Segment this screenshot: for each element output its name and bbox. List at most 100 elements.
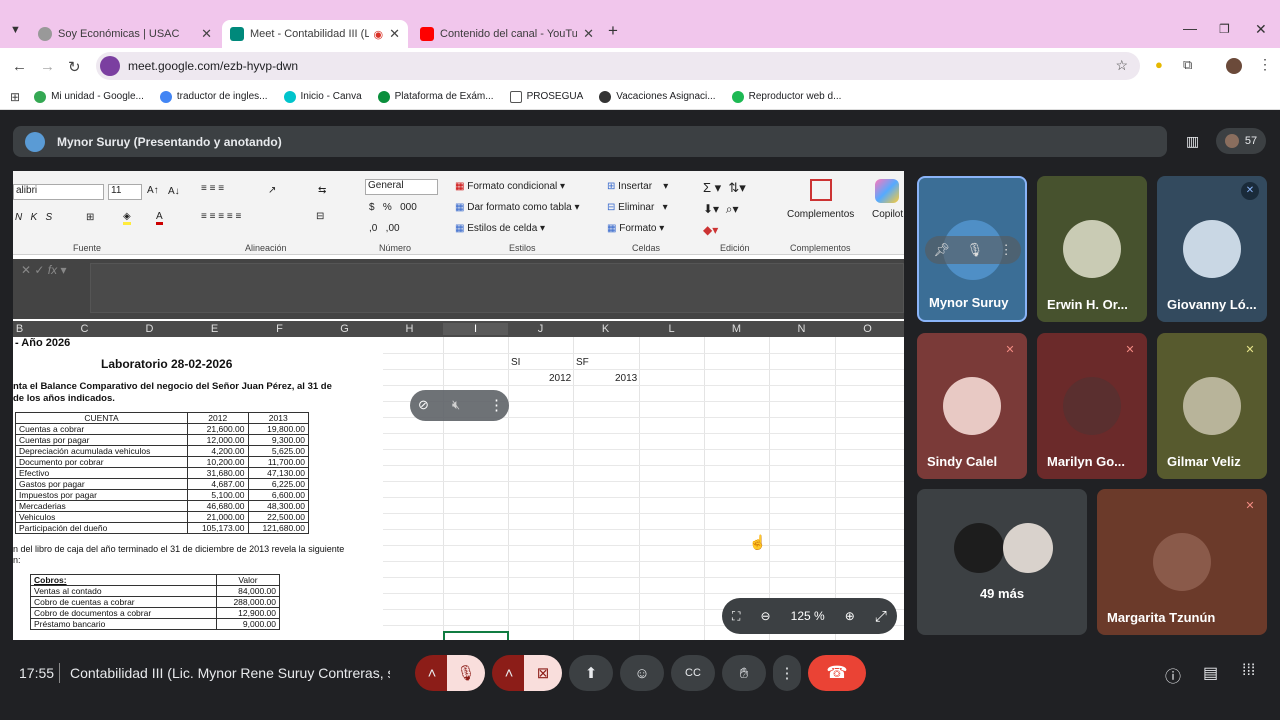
table-format-button[interactable]: ▦ Dar formato como tabla ▾ [455, 202, 580, 213]
bookmark-canva[interactable]: Inicio - Canva [283, 90, 362, 103]
mic-permission-icon[interactable] [100, 56, 120, 76]
wrap-text-icon[interactable]: ⇆ [318, 185, 326, 196]
apps-grid-icon[interactable]: ⊞ [10, 90, 20, 104]
participant-tile-erwin[interactable]: Erwin H. Or... [1037, 176, 1147, 322]
cell-sf[interactable]: SF [576, 357, 589, 368]
audio-options-button[interactable]: ˄ [415, 655, 449, 691]
forward-icon[interactable]: → [40, 58, 55, 75]
close-tab-icon[interactable]: ✕ [583, 26, 594, 42]
col-j[interactable]: J [508, 323, 573, 335]
col-i[interactable]: I [443, 323, 508, 335]
col-e[interactable]: E [182, 323, 247, 335]
mic-toggle-button[interactable]: 🎙︎ [447, 655, 485, 691]
selected-cell[interactable] [443, 631, 509, 640]
font-size-select[interactable]: 11 [108, 184, 142, 200]
shrink-font-icon[interactable]: A↓ [168, 186, 180, 197]
align-left-icon[interactable]: ≡ ≡ ≡ ≡ ≡ [201, 211, 241, 222]
muted-audio-icon[interactable]: 🔇︎ [452, 397, 460, 413]
col-l[interactable]: L [639, 323, 704, 335]
close-window-icon[interactable]: ✕ [1255, 21, 1267, 38]
tab-meet[interactable]: Meet - Contabilidad III (Lic. ◉ ✕ [222, 20, 408, 48]
col-m[interactable]: M [704, 323, 769, 335]
participant-tile-gilmar[interactable]: ✕ Gilmar Veliz [1157, 333, 1267, 479]
chat-icon[interactable]: ▤ [1203, 663, 1218, 683]
captions-button[interactable]: CC [671, 655, 715, 691]
cell-2013[interactable]: 2013 [615, 373, 637, 384]
delete-button[interactable]: ⊟ Eliminar ▾ [607, 202, 668, 213]
extension-bulb-icon[interactable]: ● [1155, 57, 1163, 72]
copilot-button[interactable]: Copilot [872, 209, 903, 220]
insert-button[interactable]: ⊞ Insertar ▾ [607, 181, 668, 192]
clear-icon[interactable]: ◆▾ [703, 223, 718, 237]
new-tab-icon[interactable]: + [608, 21, 618, 41]
bookmark-prosegua[interactable]: PROSEGUA [509, 90, 583, 103]
align-top-icon[interactable]: ≡ ≡ ≡ [201, 183, 224, 194]
bold-italic-icons[interactable]: N K S [15, 212, 52, 223]
borders-icon[interactable]: ⊞ [86, 212, 94, 223]
cell-si[interactable]: SI [511, 357, 520, 368]
col-c[interactable]: C [52, 323, 117, 335]
info-icon[interactable]: ⓘ [1165, 663, 1181, 687]
video-options-button[interactable]: ˄ [492, 655, 526, 691]
tab-search-chevron-icon[interactable]: ▼ [10, 24, 21, 36]
participant-tile-giovanny[interactable]: ✕ Giovanny Ló... [1157, 176, 1267, 322]
addins-icon[interactable] [810, 179, 832, 201]
worksheet-grid[interactable]: SI SF 2012 2013 - Año 2026 Laboratorio 2… [13, 337, 904, 640]
zoom-out-icon[interactable]: ⊖ [761, 609, 771, 623]
participant-tile-sindy[interactable]: ✕ Sindy Calel [917, 333, 1027, 479]
zoom-in-icon[interactable]: ⊕ [845, 609, 855, 623]
bookmark-translate[interactable]: traductor de ingles... [159, 90, 268, 103]
col-n[interactable]: N [769, 323, 834, 335]
bookmark-exams[interactable]: Plataforma de Exám... [377, 90, 494, 103]
profile-avatar[interactable] [1226, 58, 1242, 74]
unpin-icon[interactable]: ⊘ [418, 397, 429, 413]
font-name-select[interactable]: alibri [13, 184, 104, 200]
participants-pill[interactable]: 57 [1216, 128, 1266, 154]
hide-tiles-icon[interactable]: ▥ [1186, 133, 1199, 150]
more-options-icon[interactable]: ⋮ [1000, 242, 1013, 258]
close-tab-icon[interactable]: ✕ [201, 26, 212, 42]
more-options-icon[interactable]: ⋮ [489, 396, 504, 414]
reload-icon[interactable]: ↻ [68, 58, 81, 76]
leave-call-button[interactable]: ☎︎ [808, 655, 866, 691]
col-b[interactable]: B [13, 323, 52, 335]
cond-format-button[interactable]: ▦ Formato condicional ▾ [455, 181, 565, 192]
col-h[interactable]: H [377, 323, 442, 335]
participant-tile-marilyn[interactable]: ✕ Marilyn Go... [1037, 333, 1147, 479]
reactions-button[interactable]: ☺ [620, 655, 664, 691]
col-d[interactable]: D [117, 323, 182, 335]
bookmark-drive[interactable]: Mi unidad - Google... [34, 90, 144, 103]
orientation-icon[interactable]: ↗ [268, 185, 276, 196]
bookmark-player[interactable]: Reproductor web d... [731, 90, 841, 103]
pin-icon[interactable]: 📌︎ [933, 242, 950, 258]
tab-soy-economicas[interactable]: Soy Económicas | USAC ✕ [30, 20, 220, 48]
autosum-icon[interactable]: Σ ▾ ⇅▾ [703, 180, 746, 196]
fill-icon[interactable]: ⬇▾ ⌕▾ [703, 202, 739, 217]
cell-2012[interactable]: 2012 [549, 373, 571, 384]
col-k[interactable]: K [573, 323, 638, 335]
present-button[interactable]: ⬆ [569, 655, 613, 691]
decimals-icon[interactable]: ,0 ,00 [369, 223, 400, 234]
font-color-icon[interactable]: A [156, 211, 163, 225]
bookmark-vacaciones[interactable]: Vacaciones Asignaci... [599, 90, 716, 103]
merge-icon[interactable]: ⊟ [316, 211, 324, 222]
grow-font-icon[interactable]: A↑ [147, 185, 159, 196]
number-format-select[interactable]: General [365, 179, 438, 195]
col-g[interactable]: G [312, 323, 377, 335]
participant-tile-mynor[interactable]: 📌︎ 🎙︎ ⋮ Mynor Suruy [917, 176, 1027, 322]
activities-icon[interactable]: ⁞⁞⁞ [1242, 662, 1255, 680]
currency-icon[interactable]: $ % 000 [369, 202, 417, 213]
participant-tile-more[interactable]: 49 más [917, 489, 1087, 635]
fullscreen-icon[interactable]: ⤢ [875, 608, 887, 625]
extensions-icon[interactable]: ⧉ [1183, 57, 1192, 73]
camera-toggle-button[interactable]: ⊠ [524, 655, 562, 691]
bookmark-star-icon[interactable]: ☆ [1115, 57, 1128, 74]
omnibox[interactable]: meet.google.com/ezb-hyvp-dwn ☆ [96, 52, 1140, 80]
fit-screen-icon[interactable]: ⛶ [732, 609, 740, 624]
restore-icon[interactable]: ❐ [1219, 22, 1230, 36]
mic-off-icon[interactable]: 🎙︎ [967, 242, 984, 258]
fill-color-icon[interactable]: ◈ [123, 211, 131, 225]
col-o[interactable]: O [835, 323, 900, 335]
minimize-icon[interactable]: — [1183, 20, 1197, 36]
col-f[interactable]: F [247, 323, 312, 335]
